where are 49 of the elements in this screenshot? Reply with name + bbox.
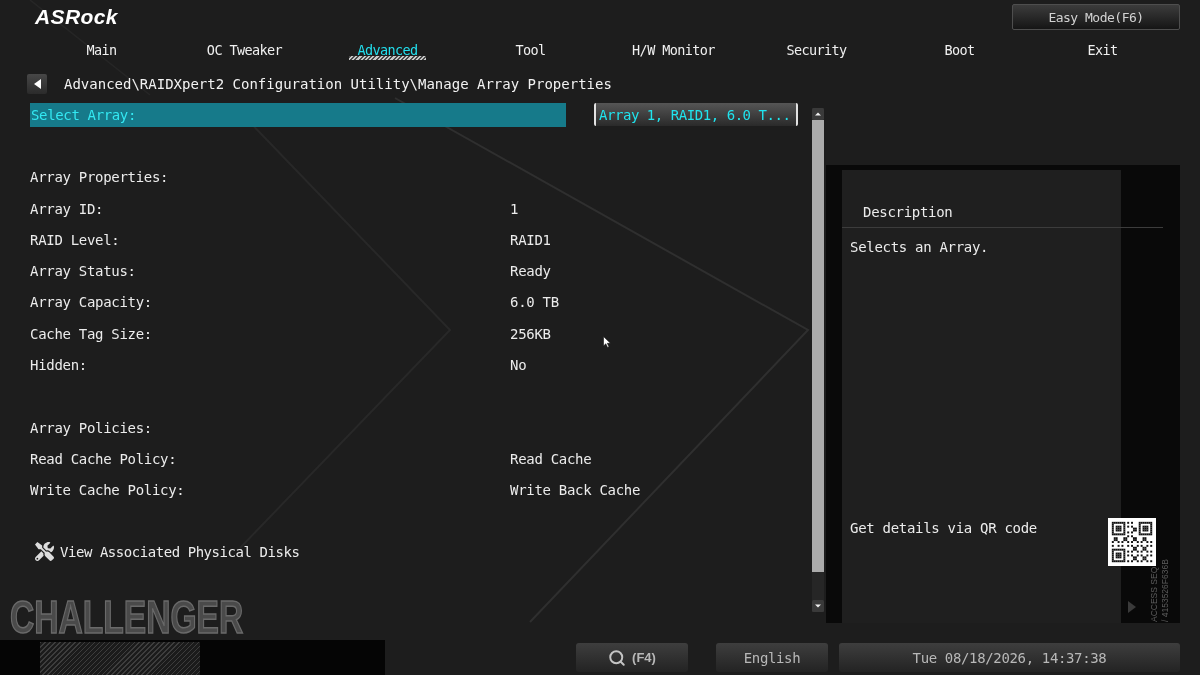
setting-label: Cache Tag Size: <box>30 325 152 342</box>
tab[interactable]: Tool <box>507 34 554 62</box>
easy-mode-button[interactable]: Easy Mode(F6) <box>1012 4 1180 30</box>
setting-label: Array ID: <box>30 200 104 217</box>
language-button[interactable]: English <box>716 643 828 672</box>
qr-caption: Get details via QR code <box>850 519 1037 537</box>
tab[interactable]: OC Tweaker <box>198 34 291 62</box>
section-heading: Array Policies: <box>30 419 152 436</box>
breadcrumb-path: Advanced\RAIDXpert2 Configuration Utility\Manage Array Properties <box>64 76 612 92</box>
description-title: Description <box>863 204 953 220</box>
tab[interactable]: Security <box>778 34 855 62</box>
left-triangle-icon <box>33 79 41 89</box>
setting-label: Read Cache Policy: <box>30 450 177 467</box>
setting-label: RAID Level: <box>30 231 120 248</box>
description-text: Selects an Array. <box>849 238 989 256</box>
datetime-button[interactable]: Tue 08/18/2026, 14:37:38 <box>839 643 1180 672</box>
array-dropdown[interactable]: Array 1, RAID1, 6.0 T... <box>594 103 798 127</box>
setting-value: 1 <box>510 200 519 217</box>
tab[interactable]: Boot <box>936 34 983 62</box>
setting-value: 256KB <box>510 325 551 342</box>
access-code-text: / 4153526F636B <box>1160 559 1171 622</box>
setting-value: Ready <box>510 263 551 280</box>
play-triangle-icon <box>1128 601 1136 613</box>
tab[interactable]: Advanced <box>349 34 426 62</box>
setting-value: Read Cache <box>510 450 592 467</box>
search-button[interactable]: (F4) <box>576 643 688 672</box>
setting-value: Write Back Cache <box>510 482 641 499</box>
setting-label: Array Status: <box>30 263 136 280</box>
tools-icon <box>35 542 54 561</box>
search-icon <box>608 648 627 667</box>
setting-label: Write Cache Policy: <box>30 482 185 499</box>
setting-value: 6.0 TB <box>510 294 559 311</box>
scroll-down-icon[interactable] <box>812 600 824 612</box>
qr-code-icon <box>1108 518 1156 566</box>
back-button[interactable] <box>27 74 47 94</box>
mouse-cursor-icon <box>603 336 611 348</box>
tab[interactable]: Exit <box>1079 34 1126 62</box>
section-heading: Array Properties: <box>30 169 169 186</box>
tab[interactable]: H/W Monitor <box>624 34 723 62</box>
scroll-up-icon[interactable] <box>812 108 824 120</box>
setting-value: RAID1 <box>510 231 551 248</box>
brand-logo: ASRock <box>35 7 118 27</box>
submenu-item[interactable]: View Associated Physical Disks <box>33 539 302 564</box>
setting-label: Array Capacity: <box>30 294 152 311</box>
tab[interactable]: Main <box>78 34 125 62</box>
brand-wordmark: CHALLENGER <box>10 595 244 640</box>
setting-label: Hidden: <box>30 357 87 373</box>
setting-value: No <box>510 357 527 373</box>
access-code-text: ACCESS SEQ <box>1149 566 1160 622</box>
